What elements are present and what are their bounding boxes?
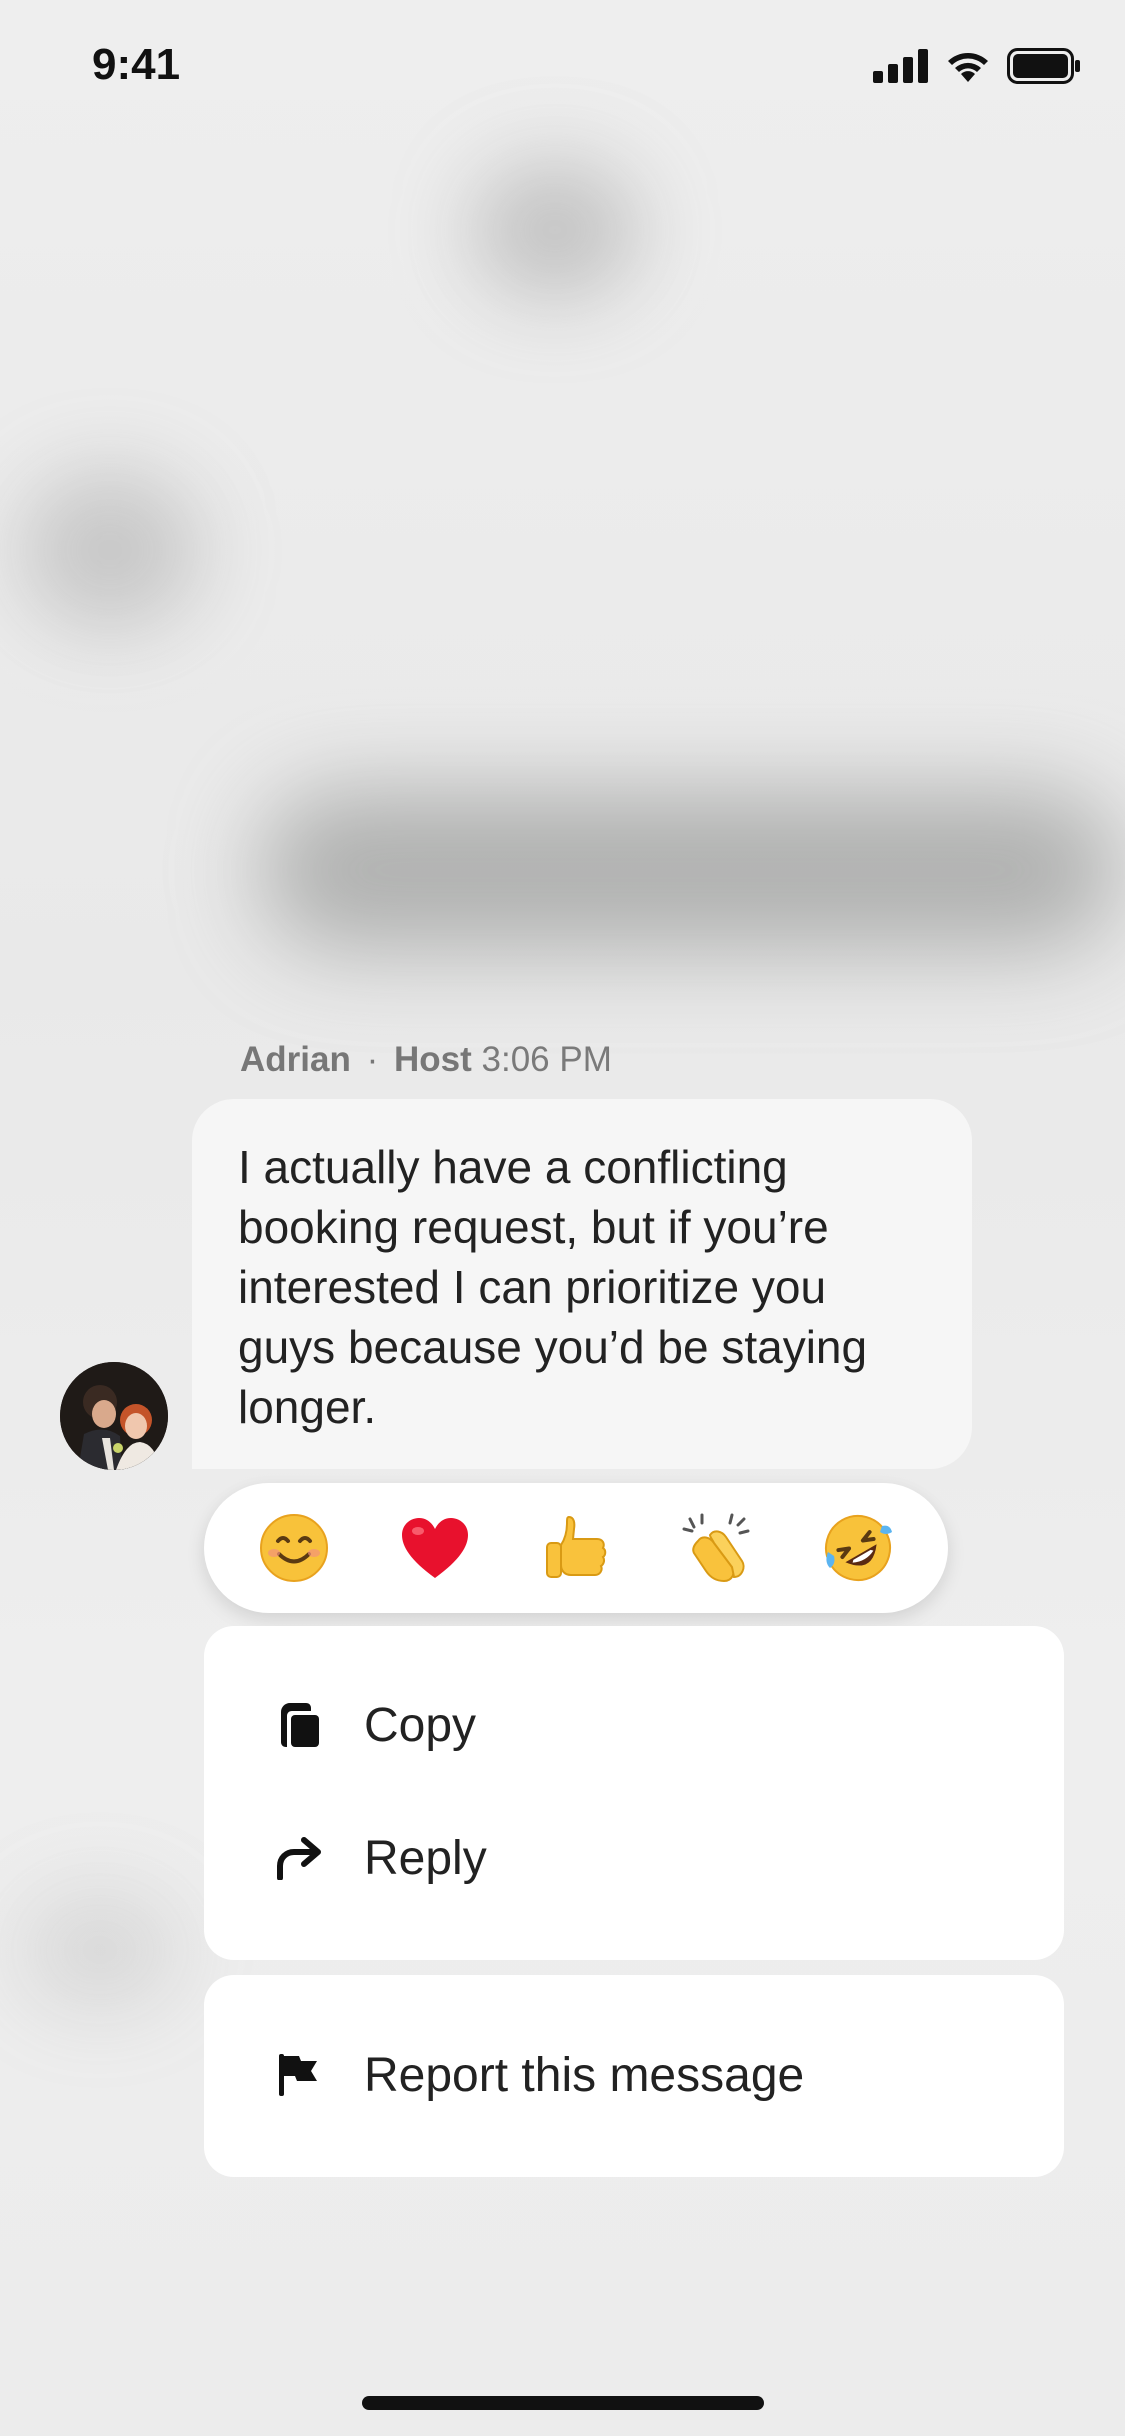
heart-icon [402, 1518, 469, 1578]
blurred-message [260, 790, 1120, 950]
reaction-red-heart[interactable] [390, 1503, 480, 1593]
status-icons [873, 48, 1081, 89]
thumbs-up-icon [545, 1515, 607, 1578]
avatar[interactable] [60, 1362, 168, 1470]
report-message-button[interactable]: Report this message [274, 2035, 804, 2115]
smiling-face-icon [260, 1514, 329, 1582]
meta-separator: · [366, 1040, 379, 1079]
copy-button[interactable]: Copy [274, 1685, 476, 1765]
blurred-content [20, 470, 200, 630]
message-meta: Adrian · Host 3:06 PM [240, 1040, 612, 1080]
reaction-bar [204, 1483, 948, 1613]
clapping-hands-icon [682, 1513, 750, 1583]
battery-icon [1007, 48, 1081, 89]
status-time: 9:41 [92, 40, 181, 89]
message-actions-menu: Copy Reply [204, 1626, 1064, 1960]
message-time: 3:06 PM [481, 1040, 612, 1079]
reply-arrow-icon [274, 1833, 324, 1883]
reply-button[interactable]: Reply [274, 1818, 487, 1898]
message-bubble[interactable]: I actually have a conflicting booking re… [192, 1099, 972, 1469]
report-menu: Report this message [204, 1975, 1064, 2177]
flag-icon [274, 2050, 324, 2100]
blurred-content [470, 160, 640, 300]
blurred-content [20, 1890, 180, 2010]
signal-icon [873, 49, 929, 88]
reaction-smiling-face[interactable] [249, 1503, 339, 1593]
rolling-laughing-icon [824, 1515, 892, 1581]
reaction-clapping-hands[interactable] [672, 1503, 762, 1593]
home-indicator[interactable] [362, 2396, 764, 2410]
reaction-rolling-laughing[interactable] [813, 1503, 903, 1593]
sender-name: Adrian [240, 1040, 351, 1079]
report-label: Report this message [364, 2048, 805, 2102]
message-text: I actually have a conflicting booking re… [238, 1141, 868, 1433]
sender-role: Host [393, 1040, 472, 1079]
copy-label: Copy [364, 1698, 477, 1752]
reply-label: Reply [364, 1831, 487, 1885]
copy-icon [274, 1700, 324, 1750]
reaction-thumbs-up[interactable] [531, 1503, 621, 1593]
wifi-icon [945, 49, 991, 88]
